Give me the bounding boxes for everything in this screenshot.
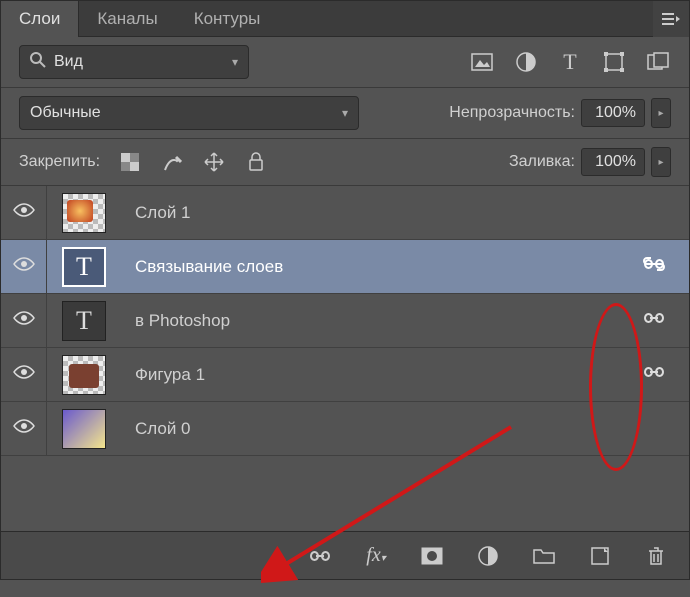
layer-thumbnail[interactable]: T [62, 247, 106, 287]
visibility-toggle[interactable] [1, 402, 47, 455]
lock-all-icon[interactable] [244, 150, 268, 174]
layer-row[interactable]: T в Photoshop [1, 294, 689, 348]
panel-menu-button[interactable] [653, 1, 689, 37]
panel-tabs: Слои Каналы Контуры [1, 1, 689, 37]
lock-position-icon[interactable] [202, 150, 226, 174]
bottom-toolbar: fx▾ [1, 531, 689, 579]
lock-transparency-icon[interactable] [118, 150, 142, 174]
tab-paths[interactable]: Контуры [176, 1, 279, 37]
layer-thumbnail[interactable] [62, 355, 106, 395]
delete-layer-button[interactable] [643, 543, 669, 569]
filter-pixel-icon[interactable] [469, 49, 495, 75]
layer-name[interactable]: в Photoshop [121, 311, 230, 331]
eye-icon [13, 365, 35, 384]
blend-mode-dropdown[interactable]: Обычные ▾ [19, 96, 359, 130]
eye-icon [13, 257, 35, 276]
eye-icon [13, 311, 35, 330]
filter-adjustment-icon[interactable] [513, 49, 539, 75]
filter-row: Вид ▾ T [1, 37, 689, 88]
layers-list: Слой 1 T Связывание слоев T в Photoshop [1, 186, 689, 531]
layer-name[interactable]: Слой 1 [121, 203, 191, 223]
link-icon [643, 257, 665, 276]
tab-layers[interactable]: Слои [1, 0, 79, 37]
layer-thumbnail[interactable] [62, 409, 106, 449]
layer-effects-button[interactable]: fx▾ [363, 543, 389, 569]
group-button[interactable] [531, 543, 557, 569]
visibility-toggle[interactable] [1, 294, 47, 347]
link-icon [643, 311, 665, 330]
layer-name[interactable]: Связывание слоев [121, 257, 283, 277]
layer-row[interactable]: T Связывание слоев [1, 240, 689, 294]
new-layer-button[interactable] [587, 543, 613, 569]
search-icon [30, 52, 46, 73]
blend-row: Обычные ▾ Непрозрачность: 100% ▸ [1, 88, 689, 139]
visibility-toggle[interactable] [1, 348, 47, 401]
adjustment-layer-button[interactable] [475, 543, 501, 569]
fill-label: Заливка: [509, 153, 575, 171]
filter-type-icon[interactable]: T [557, 49, 583, 75]
opacity-value[interactable]: 100% [581, 99, 645, 127]
lock-row: Закрепить: Заливка: 100% ▸ [1, 139, 689, 186]
blend-mode-value: Обычные [30, 104, 101, 122]
opacity-label: Непрозрачность: [449, 104, 575, 122]
filter-label: Вид [54, 53, 83, 71]
layer-row[interactable]: Слой 0 [1, 402, 689, 456]
link-layers-button[interactable] [307, 543, 333, 569]
layer-name[interactable]: Фигура 1 [121, 365, 205, 385]
layer-mask-button[interactable] [419, 543, 445, 569]
eye-icon [13, 203, 35, 222]
visibility-toggle[interactable] [1, 240, 47, 293]
fill-value[interactable]: 100% [581, 148, 645, 176]
layer-row[interactable]: Слой 1 [1, 186, 689, 240]
fill-flyout[interactable]: ▸ [651, 147, 671, 177]
chevron-down-icon: ▾ [232, 55, 238, 69]
chevron-down-icon: ▾ [342, 106, 348, 120]
layer-thumbnail[interactable]: T [62, 301, 106, 341]
filter-smartobject-icon[interactable] [645, 49, 671, 75]
opacity-flyout[interactable]: ▸ [651, 98, 671, 128]
layer-name[interactable]: Слой 0 [121, 419, 191, 439]
lock-pixels-icon[interactable] [160, 150, 184, 174]
tab-channels[interactable]: Каналы [79, 1, 175, 37]
layer-thumbnail[interactable] [62, 193, 106, 233]
eye-icon [13, 419, 35, 438]
link-icon [643, 365, 665, 384]
layers-panel: Слои Каналы Контуры Вид ▾ T [0, 0, 690, 580]
filter-shape-icon[interactable] [601, 49, 627, 75]
visibility-toggle[interactable] [1, 186, 47, 239]
layer-row[interactable]: Фигура 1 [1, 348, 689, 402]
lock-label: Закрепить: [19, 153, 100, 171]
layer-filter-dropdown[interactable]: Вид ▾ [19, 45, 249, 79]
